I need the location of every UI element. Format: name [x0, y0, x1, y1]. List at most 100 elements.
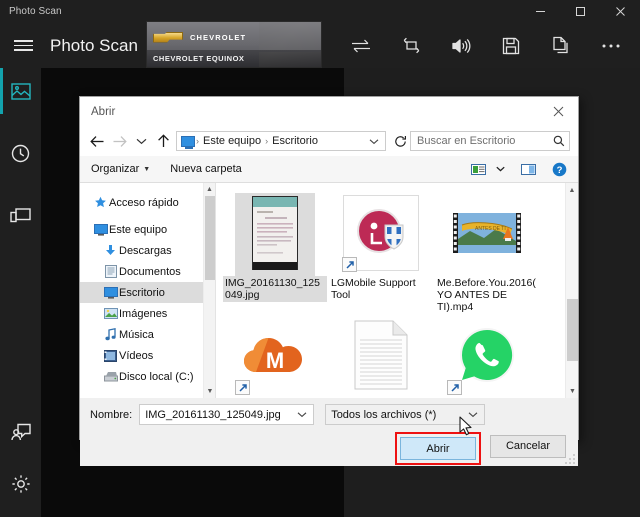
file-thumbnail: M — [235, 317, 313, 395]
advertisement-banner[interactable]: CHEVROLET CHEVROLET EQUINOX — [146, 21, 322, 68]
file-item[interactable] — [434, 311, 540, 398]
file-list-scrollbar[interactable]: ▲ ▼ — [565, 183, 578, 398]
scrollbar-thumb[interactable] — [205, 196, 215, 280]
tree-item-local-disk[interactable]: Disco local (C:) — [80, 366, 215, 387]
copy-button[interactable] — [536, 23, 586, 68]
help-button[interactable]: ? — [548, 158, 570, 180]
tree-item-this-pc[interactable]: Este equipo — [80, 219, 215, 240]
tree-item-label: Imágenes — [119, 307, 168, 320]
cancel-button[interactable]: Cancelar — [490, 434, 566, 458]
rotate-button[interactable] — [386, 23, 436, 68]
shortcut-arrow-icon — [238, 383, 247, 392]
more-button[interactable] — [586, 23, 636, 68]
scroll-down-icon[interactable]: ▼ — [566, 384, 578, 398]
file-type-select[interactable]: Todos los archivos (*) — [325, 404, 486, 425]
dialog-close-button[interactable] — [538, 97, 578, 126]
mega-icon: M — [244, 338, 302, 373]
resize-grip-icon[interactable] — [564, 453, 576, 465]
file-thumbnail-wrapper: ANTES DE TI — [447, 193, 527, 276]
volume-button[interactable] — [436, 23, 486, 68]
sidebar-item-history[interactable] — [0, 130, 41, 176]
filename-row: Nombre: IMG_20161130_125049.jpg Todos lo… — [80, 398, 578, 425]
documents-icon — [102, 265, 119, 278]
dialog-footer: Nombre: IMG_20161130_125049.jpg Todos lo… — [80, 398, 578, 466]
arrow-up-icon — [157, 134, 169, 147]
back-button[interactable] — [86, 129, 108, 153]
view-controls: ? — [467, 158, 570, 180]
hamburger-icon — [13, 38, 33, 54]
tree-item-label: Acceso rápido — [109, 196, 179, 209]
scrollbar-thumb[interactable] — [567, 299, 578, 361]
scroll-up-icon[interactable]: ▲ — [204, 183, 215, 196]
close-icon — [615, 7, 625, 16]
file-thumbnail-wrapper — [341, 193, 421, 276]
breadcrumb-item-1[interactable]: Este equipo — [200, 135, 264, 147]
minimize-button[interactable] — [520, 0, 560, 23]
dialog-navigation-bar: › Este equipo › Escritorio Buscar en Esc… — [80, 126, 578, 156]
recent-locations-button[interactable] — [130, 129, 152, 153]
dialog-titlebar: Abrir — [80, 97, 578, 126]
tree-item-label: Vídeos — [119, 349, 154, 362]
shortcut-badge — [342, 257, 357, 272]
filename-input[interactable]: IMG_20161130_125049.jpg — [139, 404, 315, 425]
open-button[interactable]: Abrir — [400, 437, 476, 460]
file-type-dropdown-button[interactable] — [464, 411, 482, 418]
scroll-up-icon[interactable]: ▲ — [566, 183, 578, 197]
file-item[interactable]: LGMobile Support Tool — [328, 189, 434, 311]
save-button[interactable] — [486, 23, 536, 68]
filename-dropdown-button[interactable] — [293, 411, 311, 418]
organize-button[interactable]: Organizar ▼ — [91, 163, 150, 175]
desktop-icon — [102, 286, 119, 299]
banner-brand: CHEVROLET — [190, 32, 247, 42]
refresh-button[interactable] — [390, 135, 410, 148]
file-item[interactable]: IMG_20161130_125049.jpg — [222, 189, 328, 311]
file-thumbnail-wrapper: M — [235, 315, 315, 398]
transfer-icon — [352, 39, 370, 52]
photos-icon — [10, 82, 31, 100]
chevron-down-icon — [495, 166, 505, 172]
sidebar-item-devices[interactable] — [0, 192, 41, 238]
address-dropdown-button[interactable] — [365, 138, 383, 145]
sidebar-item-feedback[interactable] — [0, 409, 41, 455]
forward-button[interactable] — [108, 129, 130, 153]
address-bar[interactable]: › Este equipo › Escritorio — [176, 131, 386, 151]
up-button[interactable] — [152, 129, 174, 153]
file-item[interactable]: ANTES DE TI Me.Before.You.2016(YO ANTES … — [434, 189, 540, 313]
svg-text:ANTES DE TI: ANTES DE TI — [475, 226, 506, 232]
new-folder-button[interactable]: Nueva carpeta — [170, 163, 242, 175]
tree-item-videos[interactable]: Vídeos — [80, 345, 215, 366]
file-list[interactable]: IMG_20161130_125049.jpg LGMobile Support… — [216, 183, 578, 398]
search-input[interactable]: Buscar en Escritorio — [410, 131, 570, 151]
tree-scrollbar[interactable]: ▲ ▼ — [203, 183, 215, 398]
tree-item-label: Este equipo — [109, 223, 168, 236]
file-item[interactable] — [328, 311, 434, 398]
chevron-down-icon: ▼ — [143, 165, 151, 173]
dialog-buttons-row: Abrir Cancelar — [80, 425, 578, 465]
tree-item-music[interactable]: Música — [80, 324, 215, 345]
tree-item-downloads[interactable]: Descargas — [80, 240, 215, 261]
banner-top: CHEVROLET — [147, 22, 321, 52]
chevron-down-icon — [369, 138, 379, 144]
menu-button[interactable] — [0, 23, 46, 68]
sidebar-item-settings[interactable] — [0, 461, 41, 507]
transfer-button[interactable] — [336, 23, 386, 68]
file-item[interactable]: M — [222, 311, 328, 398]
view-dropdown-button[interactable] — [493, 158, 507, 180]
svg-text:M: M — [266, 348, 284, 373]
pictures-icon — [102, 308, 119, 319]
tree-item-desktop[interactable]: Escritorio — [80, 282, 215, 303]
chevron-down-icon — [136, 138, 146, 145]
preview-pane-icon — [520, 163, 536, 175]
preview-pane-button[interactable] — [517, 158, 539, 180]
maximize-button[interactable] — [560, 0, 600, 23]
open-button-label: Abrir — [426, 442, 450, 455]
dialog-command-bar: Organizar ▼ Nueva carpeta ? — [80, 156, 578, 183]
breadcrumb-item-2[interactable]: Escritorio — [269, 135, 321, 147]
tree-item-quick-access[interactable]: Acceso rápido — [80, 192, 215, 213]
sidebar-item-photos[interactable] — [0, 68, 41, 114]
change-view-button[interactable] — [467, 158, 489, 180]
close-button[interactable] — [600, 0, 640, 23]
tree-item-pictures[interactable]: Imágenes — [80, 303, 215, 324]
tree-item-documents[interactable]: Documentos — [80, 261, 215, 282]
scroll-down-icon[interactable]: ▼ — [204, 385, 215, 398]
